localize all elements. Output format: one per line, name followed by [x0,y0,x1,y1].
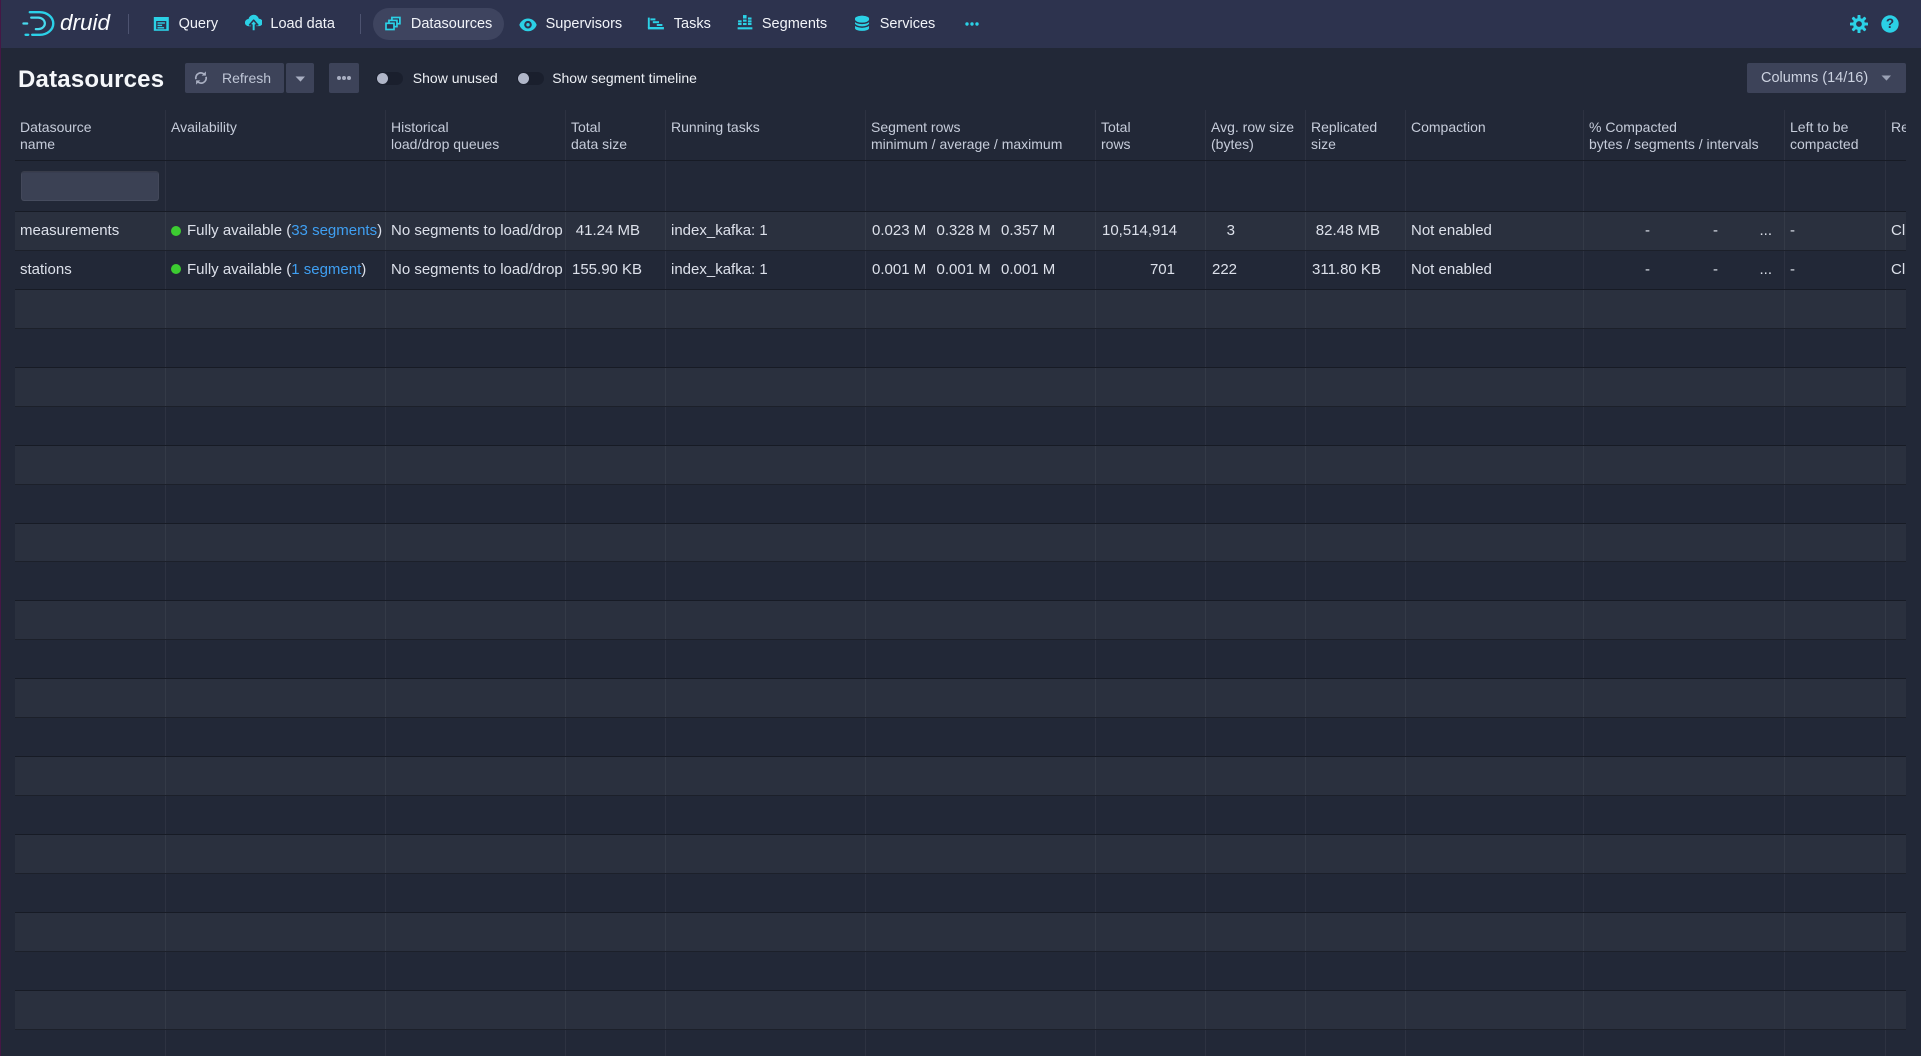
svg-text:?: ? [1886,16,1894,31]
